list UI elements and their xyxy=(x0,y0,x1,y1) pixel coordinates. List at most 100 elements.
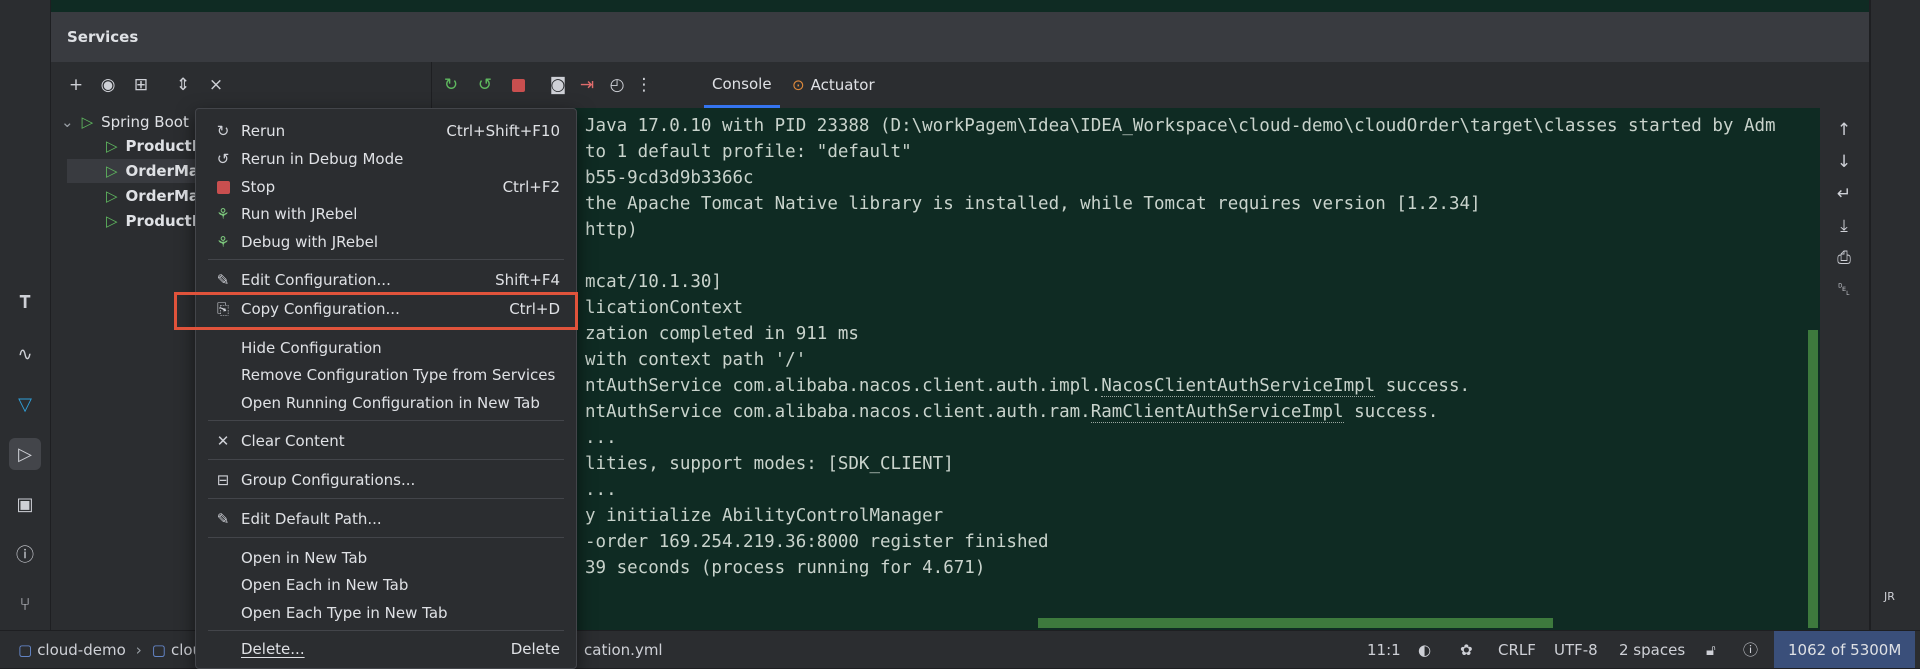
menu-item-run-jrebel[interactable]: ⚘ Run with JRebel xyxy=(196,202,576,226)
tab-console[interactable]: Console xyxy=(704,62,780,108)
rerun-debug-icon: ↺ xyxy=(216,150,230,168)
tree-item-label: OrderMa xyxy=(125,187,200,205)
memory-indicator[interactable]: 1062 of 5300M xyxy=(1774,631,1916,668)
menu-item-rerun-debug[interactable]: ↺ Rerun in Debug Mode xyxy=(196,147,576,171)
menu-item-open-each-in-new-tab[interactable]: Open Each in New Tab xyxy=(196,573,576,597)
menu-item-delete[interactable]: Delete... Delete xyxy=(196,637,576,661)
menu-item-rerun[interactable]: ↻ Rerun Ctrl+Shift+F10 xyxy=(196,119,576,143)
vue-icon[interactable]: ▽ xyxy=(9,388,41,420)
menu-separator xyxy=(208,259,564,260)
console-line: 39 seconds (process running for 4.671) xyxy=(585,558,986,578)
vertical-scrollbar[interactable] xyxy=(1808,330,1818,628)
pencil-icon: ✎ xyxy=(216,271,230,289)
run-icon: ▷ xyxy=(106,187,118,205)
print-icon[interactable]: ⎙ xyxy=(1832,246,1856,270)
console-line: http) xyxy=(585,220,638,240)
menu-separator xyxy=(208,630,564,631)
add-icon[interactable]: + xyxy=(64,73,88,97)
console-line: y initialize AbilityControlManager xyxy=(585,506,944,526)
stop-icon[interactable] xyxy=(506,73,530,97)
more-icon[interactable]: ⋮ xyxy=(632,73,656,97)
tree-root[interactable]: ⌄ ▷ Spring Boot xyxy=(61,110,189,134)
lock-icon[interactable]: 🔓︎ xyxy=(1706,631,1716,668)
arrow-up-icon[interactable]: ↑ xyxy=(1832,118,1856,142)
expand-all-icon[interactable]: ⇕ xyxy=(171,73,195,97)
line-ending[interactable]: CRLF xyxy=(1498,631,1536,668)
close-icon: ✕ xyxy=(216,432,230,450)
collapse-all-icon[interactable]: ⨯ xyxy=(204,73,228,97)
menu-item-hide-configuration[interactable]: Hide Configuration xyxy=(196,336,576,360)
editor-area-strip xyxy=(51,0,1869,12)
menu-item-open-each-type-in-new-tab[interactable]: Open Each Type in New Tab xyxy=(196,601,576,625)
rerun-debug-icon[interactable]: ↺ xyxy=(473,73,497,97)
new-group-icon[interactable]: ⊞ xyxy=(129,73,153,97)
jrebel-icon[interactable]: JR xyxy=(1884,590,1895,603)
actuator-icon: ⊙ xyxy=(792,76,805,94)
dashboard-icon[interactable]: ◴ xyxy=(605,73,629,97)
copy-icon: ⎘ xyxy=(216,300,229,318)
console-line: licationContext xyxy=(585,298,744,318)
tab-label: Actuator xyxy=(810,76,875,94)
build-tool-icon[interactable]: 𝐓 xyxy=(9,286,41,318)
git-icon[interactable]: ⑂ xyxy=(9,588,41,620)
panel-header: Services xyxy=(51,12,1869,62)
console-line: ntAuthService com.alibaba.nacos.client.a… xyxy=(585,402,1439,423)
menu-item-remove-configuration-type[interactable]: Remove Configuration Type from Services xyxy=(196,363,576,387)
notifications-icon[interactable]: ⓘ xyxy=(1743,631,1758,668)
class-link[interactable]: NacosClientAuthServiceImpl xyxy=(1101,376,1376,397)
run-icon: ▷ xyxy=(106,162,118,180)
breadcrumb-file[interactable]: cation.yml xyxy=(584,631,663,668)
console-toolbar: ↻ ↺ ◙ ⇥ ◴ ⋮ Console ⊙ Actuator xyxy=(432,62,1869,109)
ai-icon[interactable]: ◐ xyxy=(1418,631,1431,668)
screenshot-icon[interactable]: ◙ xyxy=(546,73,570,97)
console-line: ... xyxy=(585,480,617,500)
terminal-icon[interactable]: ▣ xyxy=(9,488,41,520)
class-link[interactable]: RamClientAuthServiceImpl xyxy=(1090,402,1344,423)
services-icon[interactable]: ▷ xyxy=(9,438,41,470)
run-icon: ▷ xyxy=(106,137,118,155)
menu-separator xyxy=(208,498,564,499)
menu-item-open-in-new-tab[interactable]: Open in New Tab xyxy=(196,546,576,570)
menu-item-edit-configuration[interactable]: ✎ Edit Configuration... Shift+F4 xyxy=(196,268,576,292)
menu-separator xyxy=(208,459,564,460)
copilot-icon[interactable]: ✿ xyxy=(1460,631,1473,668)
arrow-down-icon[interactable]: ↓ xyxy=(1832,150,1856,174)
eye-icon[interactable]: ◉ xyxy=(96,73,120,97)
menu-item-open-running-config[interactable]: Open Running Configuration in New Tab xyxy=(196,391,576,415)
jrebel-run-icon: ⚘ xyxy=(216,205,230,223)
menu-item-group-configurations[interactable]: ⊟ Group Configurations... xyxy=(196,468,576,492)
tab-label: Console xyxy=(712,74,772,93)
console-line: lities, support modes: [SDK_CLIENT] xyxy=(585,454,954,474)
chevron-right-icon: › xyxy=(135,640,142,659)
problems-icon[interactable]: ⓘ xyxy=(9,538,41,570)
horizontal-scrollbar[interactable] xyxy=(1038,618,1553,628)
soft-wrap-icon[interactable]: ↵ xyxy=(1832,182,1856,206)
menu-item-stop[interactable]: Stop Ctrl+F2 xyxy=(196,175,576,199)
tab-actuator[interactable]: ⊙ Actuator xyxy=(792,62,875,108)
console-line: -order 169.254.219.36:8000 register fini… xyxy=(585,532,1049,552)
endpoints-icon[interactable]: ∿ xyxy=(9,338,41,370)
caret-position[interactable]: 11:1 xyxy=(1367,631,1401,668)
trash-icon[interactable]: ␡ xyxy=(1832,278,1856,302)
pencil-icon: ✎ xyxy=(216,510,230,528)
menu-item-edit-default-path[interactable]: ✎ Edit Default Path... xyxy=(196,507,576,531)
module-icon: ▢ xyxy=(151,640,166,659)
console-line: ... xyxy=(585,428,617,448)
scroll-to-end-icon[interactable]: ⤓ xyxy=(1832,214,1856,238)
context-menu: ↻ Rerun Ctrl+Shift+F10 ↺ Rerun in Debug … xyxy=(174,108,578,669)
indent[interactable]: 2 spaces xyxy=(1619,631,1685,668)
menu-item-copy-configuration[interactable]: ⎘ Copy Configuration... Ctrl+D xyxy=(196,297,576,321)
menu-item-clear-content[interactable]: ✕ Clear Content xyxy=(196,429,576,453)
right-tool-strip: JR xyxy=(1870,0,1920,630)
breadcrumb: ▢ cloud-demo › ▢ clou xyxy=(18,631,202,668)
breadcrumb-project[interactable]: cloud-demo xyxy=(37,641,126,659)
rerun-icon[interactable]: ↻ xyxy=(439,73,463,97)
tree-toolbar: + ◉ ⊞ ⇕ ⨯ xyxy=(51,62,431,108)
exit-icon[interactable]: ⇥ xyxy=(575,73,599,97)
console-line: with context path '/' xyxy=(585,350,807,370)
encoding[interactable]: UTF-8 xyxy=(1554,631,1598,668)
spring-boot-icon: ▷ xyxy=(81,113,94,131)
console-output[interactable]: Java 17.0.10 with PID 23388 (D:\workPage… xyxy=(432,108,1820,630)
jrebel-debug-icon: ⚘ xyxy=(216,233,230,251)
menu-item-debug-jrebel[interactable]: ⚘ Debug with JRebel xyxy=(196,230,576,254)
